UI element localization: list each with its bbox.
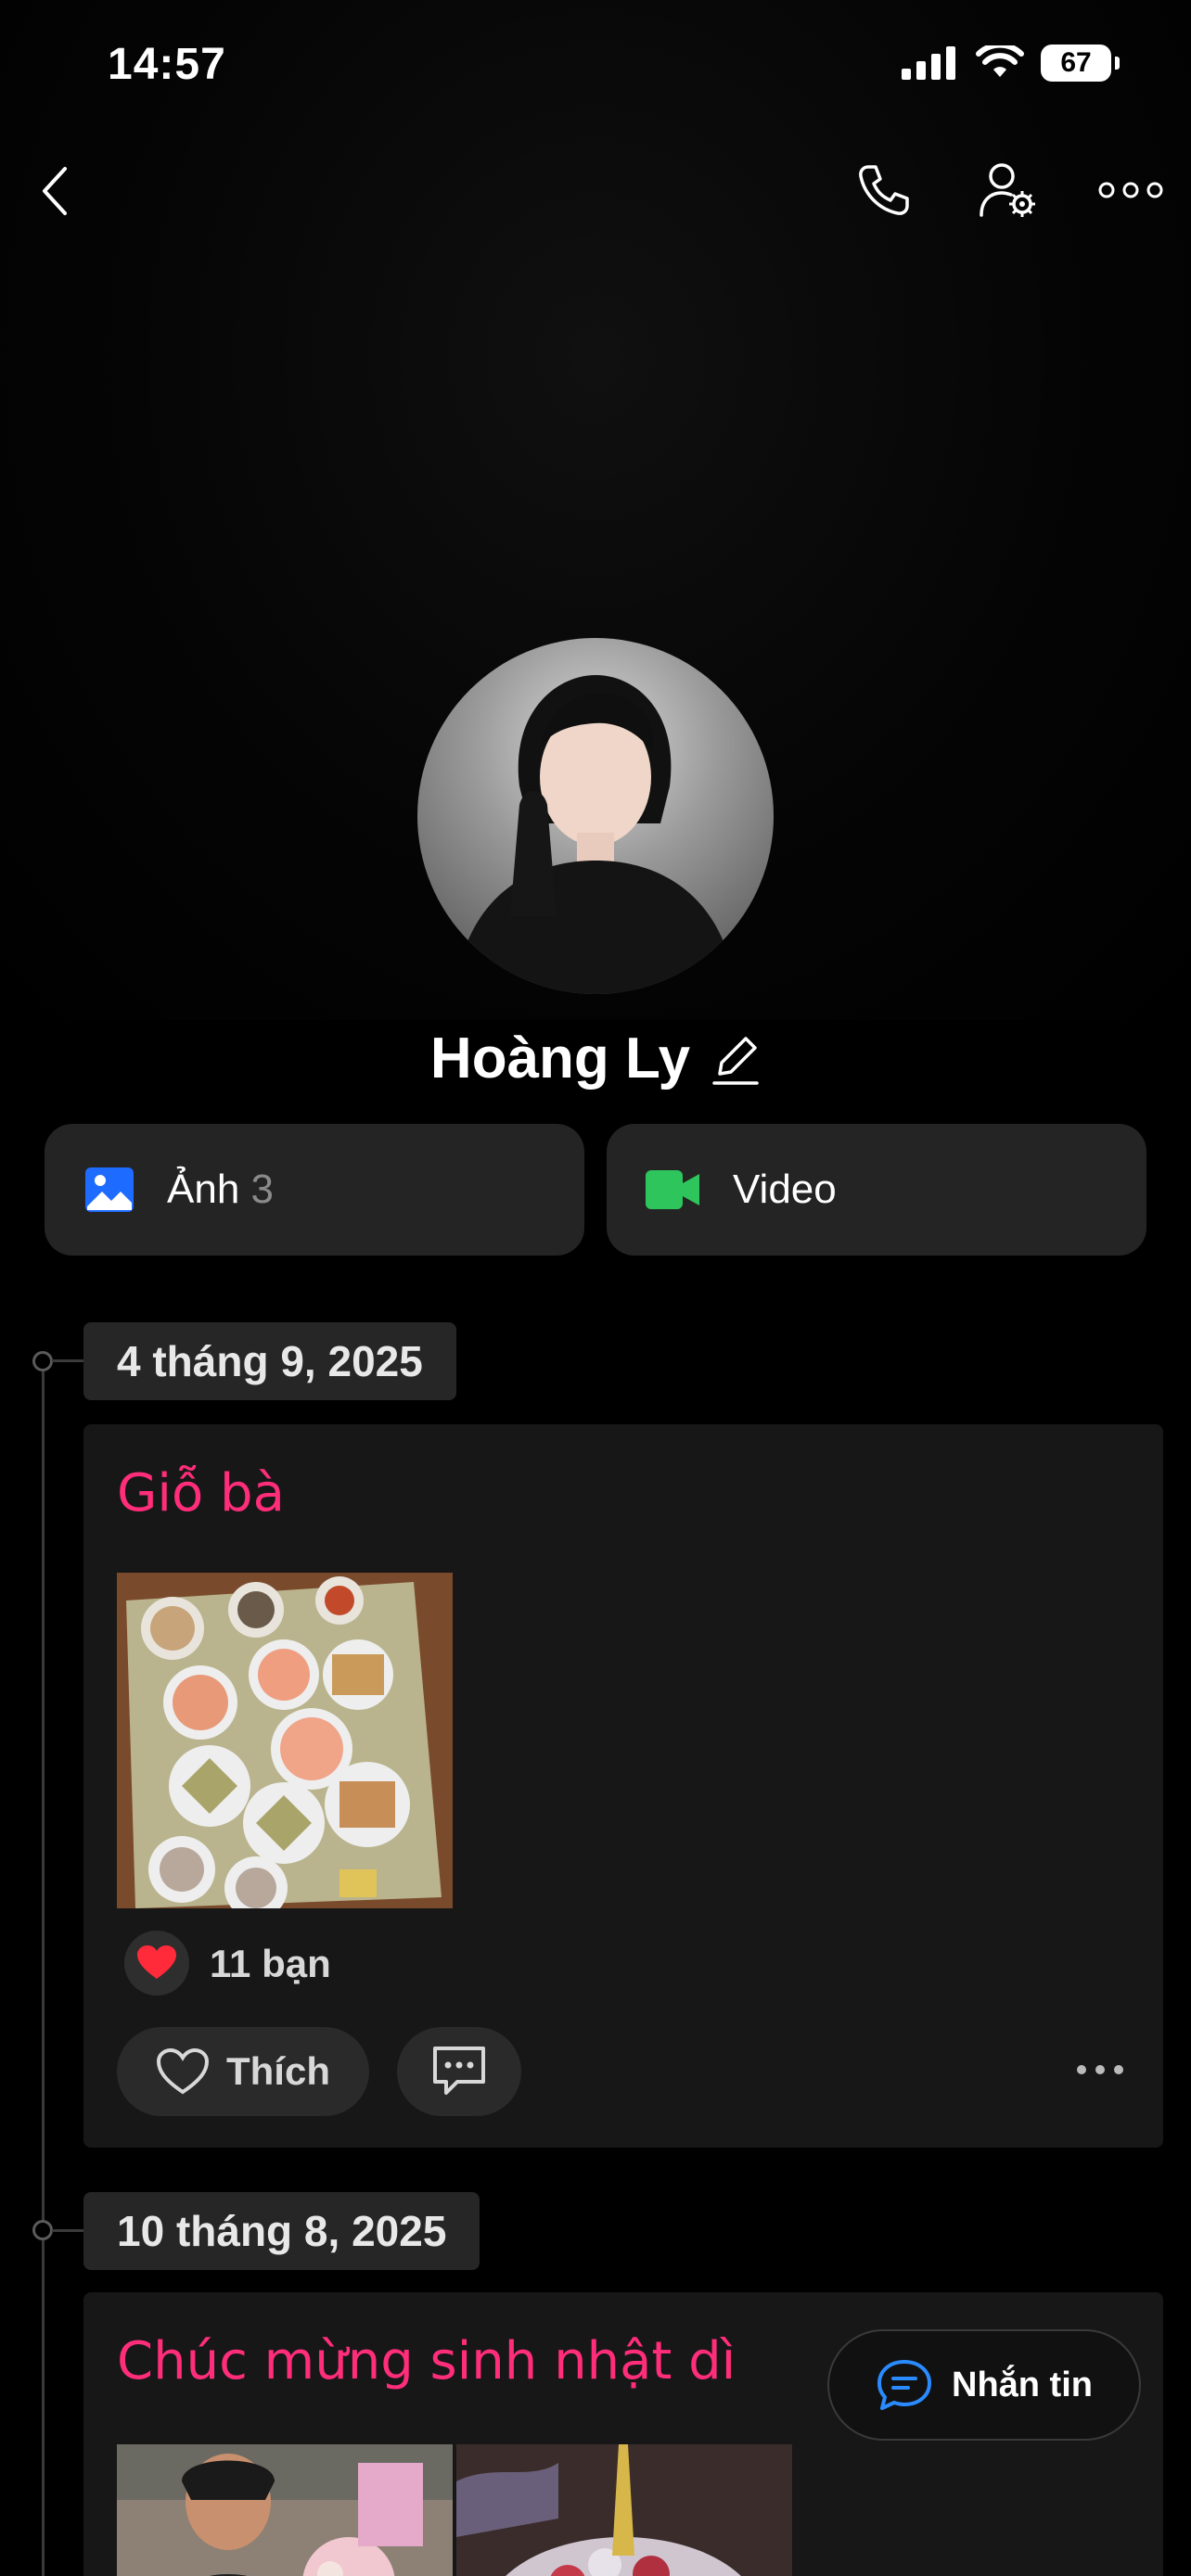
phone-icon[interactable] (855, 161, 913, 219)
photos-label: Ảnh (167, 1167, 240, 1212)
profile-name-row: Hoàng Ly (0, 1026, 1191, 1091)
post-card[interactable]: Giỗ bà 11 bạn Thích (83, 1424, 1163, 2148)
battery-indicator: 67 (1041, 45, 1120, 82)
like-label: Thích (226, 2049, 330, 2093)
status-icons: 67 (902, 45, 1120, 82)
comment-icon (433, 2047, 485, 2095)
like-button[interactable]: Thích (117, 2027, 369, 2116)
post-title: Giỗ bà (117, 1463, 285, 1524)
message-button-label: Nhắn tin (952, 2365, 1093, 2404)
post-photo[interactable] (117, 1573, 453, 1908)
post-date: 4 tháng 9, 2025 (83, 1322, 456, 1400)
birthday-photo-image (117, 2444, 453, 2576)
heart-outline-icon (156, 2047, 210, 2095)
message-button[interactable]: Nhắn tin (827, 2329, 1141, 2441)
chat-bubble-icon (877, 2360, 931, 2410)
photos-button[interactable]: Ảnh 3 (45, 1124, 584, 1256)
reaction-count[interactable]: 11 bạn (210, 1942, 331, 1986)
wifi-icon (976, 45, 1024, 77)
heart-reaction-icon (137, 1945, 176, 1979)
timeline-dot (32, 1351, 53, 1371)
more-horizontal-icon[interactable] (1098, 182, 1163, 198)
video-label: Video (733, 1167, 837, 1212)
post-photo[interactable] (456, 2444, 792, 2576)
timeline-line (42, 1361, 45, 2576)
food-tray-image (117, 1573, 453, 1908)
post-more-icon[interactable] (1074, 2062, 1126, 2077)
edit-pencil-icon[interactable] (711, 1031, 761, 1087)
photos-count: 3 (250, 1167, 275, 1212)
timeline-connector (52, 2229, 83, 2232)
avatar-portrait (455, 675, 736, 994)
post-date: 10 tháng 8, 2025 (83, 2192, 480, 2270)
post-title: Chúc mừng sinh nhật dì (117, 2331, 736, 2391)
photos-icon (85, 1167, 134, 1212)
back-icon[interactable] (37, 165, 74, 217)
birthday-cake-image (456, 2444, 792, 2576)
user-settings-icon[interactable] (978, 159, 1039, 221)
video-button[interactable]: Video (607, 1124, 1146, 1256)
reaction-badge[interactable] (124, 1931, 189, 1996)
timeline-connector (52, 1359, 83, 1362)
timeline-dot (32, 2220, 53, 2240)
video-camera-icon (646, 1170, 699, 1209)
comment-button[interactable] (397, 2027, 521, 2116)
post-photo[interactable] (117, 2444, 453, 2576)
status-time: 14:57 (108, 40, 226, 89)
signal-icon (902, 46, 955, 80)
avatar[interactable] (417, 638, 774, 994)
profile-name: Hoàng Ly (429, 1027, 691, 1090)
